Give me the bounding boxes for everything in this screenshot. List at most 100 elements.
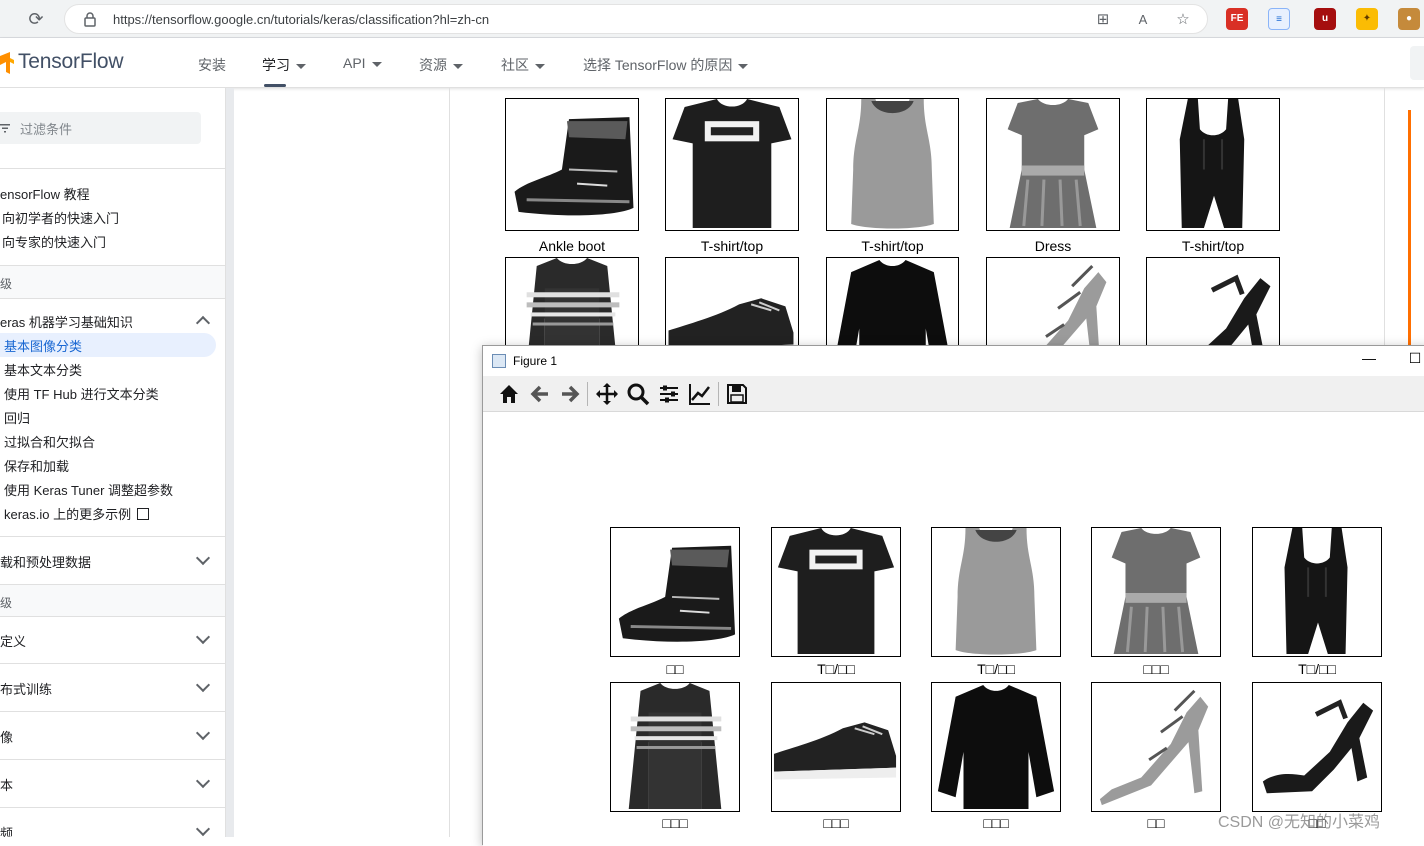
image-label: T-shirt/top: [700, 238, 764, 254]
sidebar-item-tfhub-text[interactable]: 使用 TF Hub 进行文本分类: [4, 384, 159, 403]
url-text[interactable]: https://tensorflow.google.cn/tutorials/k…: [113, 12, 489, 27]
nav-install[interactable]: 安装: [198, 55, 226, 75]
caret-down-icon: [738, 63, 749, 69]
chevron-down-icon[interactable]: [195, 725, 211, 741]
toolbar-separator: [718, 382, 719, 406]
minimize-icon[interactable]: —: [1359, 350, 1379, 366]
figure-image-label: T□/□□: [817, 661, 855, 677]
apps-icon[interactable]: ⊞: [1093, 10, 1113, 30]
figure-image-dress: [1091, 527, 1221, 657]
back-icon[interactable]: [528, 382, 552, 406]
figure-image-label: □□□: [662, 815, 688, 831]
filter-input[interactable]: 过滤条件: [0, 112, 201, 144]
figure-titlebar[interactable]: Figure 1 — ☐: [483, 346, 1424, 376]
filter-icon: [0, 124, 10, 133]
site-header: TensorFlow 安装 学习 API 资源 社区 选择 TensorFlow…: [0, 38, 1424, 88]
save-icon[interactable]: [725, 382, 749, 406]
sidebar-item-overfit-underfit[interactable]: 过拟合和欠拟合: [4, 432, 95, 451]
toc-progress-bar: [1408, 110, 1411, 350]
pan-icon[interactable]: [595, 382, 619, 406]
external-link-icon: [137, 508, 150, 520]
sidebar-item-keras-io[interactable]: keras.io 上的更多示例: [4, 504, 150, 523]
fashion-image-tank: [826, 98, 959, 231]
chevron-down-icon[interactable]: [195, 550, 211, 566]
figure-image-label: T□/□□: [977, 661, 1015, 677]
read-aloud-icon[interactable]: A: [1133, 10, 1153, 30]
divider: [0, 807, 225, 808]
chevron-down-icon[interactable]: [195, 773, 211, 789]
image-label: T-shirt/top: [861, 238, 924, 254]
sidebar-group-ml-basics[interactable]: eras 机器学习基础知识: [0, 312, 133, 331]
lock-icon[interactable]: [83, 11, 97, 27]
left-sidebar: 过滤条件 ensorFlow 教程 向初学者的快速入门 向专家的快速入门 级 e…: [0, 88, 226, 837]
section-label: 级: [0, 596, 13, 610]
fashion-image-sweater: [826, 257, 959, 357]
sidebar-item-save-load[interactable]: 保存和加载: [4, 456, 69, 475]
figure-image-label: □□□: [983, 815, 1009, 831]
figure-image-label: □□: [666, 661, 684, 677]
chevron-down-icon[interactable]: [195, 677, 211, 693]
extension-fe-icon[interactable]: FE: [1226, 8, 1248, 30]
figure-title: Figure 1: [513, 354, 558, 368]
zoom-icon[interactable]: [626, 382, 650, 406]
extension-ublock-icon[interactable]: u: [1314, 8, 1336, 30]
extension-cookie-icon[interactable]: ●: [1398, 8, 1420, 30]
brand-name[interactable]: TensorFlow: [18, 50, 124, 74]
tensorflow-logo-icon[interactable]: [0, 52, 14, 74]
nav-why-tensorflow[interactable]: 选择 TensorFlow 的原因: [583, 55, 749, 75]
figure-image-sweater: [931, 682, 1061, 812]
caret-down-icon: [296, 63, 306, 69]
fashion-image-dress: [986, 98, 1120, 231]
sidebar-group-distributed[interactable]: 布式训练: [0, 679, 52, 698]
sidebar-item-keras-tuner[interactable]: 使用 Keras Tuner 调整超参数: [4, 480, 173, 499]
sidebar-group-custom[interactable]: 定义: [0, 631, 26, 650]
axes-edit-icon[interactable]: [688, 382, 712, 406]
sidebar-gutter: [226, 88, 234, 837]
figure-image-label: □□□: [1143, 661, 1169, 677]
figure-image-sneaker: [771, 682, 901, 812]
sidebar-item-tutorials[interactable]: ensorFlow 教程: [0, 184, 90, 203]
fashion-image-heel: [1146, 257, 1280, 357]
browser-toolbar: ⟳ https://tensorflow.google.cn/tutorials…: [0, 0, 1424, 38]
extension-reader-icon[interactable]: ≡: [1268, 8, 1290, 30]
header-search-box[interactable]: [1410, 46, 1424, 80]
maximize-icon[interactable]: ☐: [1405, 350, 1424, 367]
sidebar-group-load-data[interactable]: 载和预处理数据: [0, 552, 91, 571]
nav-api[interactable]: API: [343, 55, 382, 71]
extension-tampermonkey-icon[interactable]: ✦: [1356, 8, 1378, 30]
fashion-image-pullover: [505, 257, 639, 357]
figure-image-top: [1252, 527, 1382, 657]
chevron-down-icon[interactable]: [195, 629, 211, 645]
subplots-icon[interactable]: [657, 382, 681, 406]
content-border: [449, 88, 450, 837]
sidebar-item-basic-text-classification[interactable]: 基本文本分类: [4, 360, 82, 379]
nav-resources[interactable]: 资源: [419, 55, 463, 75]
favorite-star-icon[interactable]: ☆: [1173, 10, 1193, 30]
divider: [0, 711, 225, 712]
address-bar[interactable]: https://tensorflow.google.cn/tutorials/k…: [64, 4, 1208, 34]
nav-community[interactable]: 社区: [501, 55, 545, 75]
sidebar-item-basic-image-classification[interactable]: 基本图像分类: [4, 336, 82, 355]
image-label: Dress: [1034, 238, 1072, 254]
figure-app-icon: [492, 354, 506, 368]
chevron-up-icon[interactable]: [195, 315, 211, 331]
sidebar-group-audio[interactable]: 频: [0, 823, 13, 837]
chevron-down-icon[interactable]: [195, 821, 211, 837]
figure-image-label: □□□: [823, 815, 849, 831]
sidebar-item-beginner-quickstart[interactable]: 向初学者的快速入门: [2, 208, 119, 227]
caret-down-icon: [371, 61, 382, 67]
fashion-image-sneaker: [665, 257, 799, 357]
image-label: Ankle boot: [538, 238, 606, 254]
forward-icon[interactable]: [558, 382, 582, 406]
sidebar-group-images[interactable]: 像: [0, 727, 13, 746]
sidebar-item-regression[interactable]: 回归: [4, 408, 30, 427]
divider: [0, 168, 225, 169]
nav-learn[interactable]: 学习: [262, 55, 306, 75]
sidebar-group-text[interactable]: 本: [0, 775, 13, 794]
figure-image-label: □□: [1147, 815, 1165, 831]
sidebar-item-expert-quickstart[interactable]: 向专家的快速入门: [2, 232, 106, 251]
home-icon[interactable]: [497, 382, 521, 406]
divider: [0, 536, 225, 537]
reload-icon[interactable]: ⟳: [26, 9, 46, 29]
figure-image-heel: [1252, 682, 1382, 812]
